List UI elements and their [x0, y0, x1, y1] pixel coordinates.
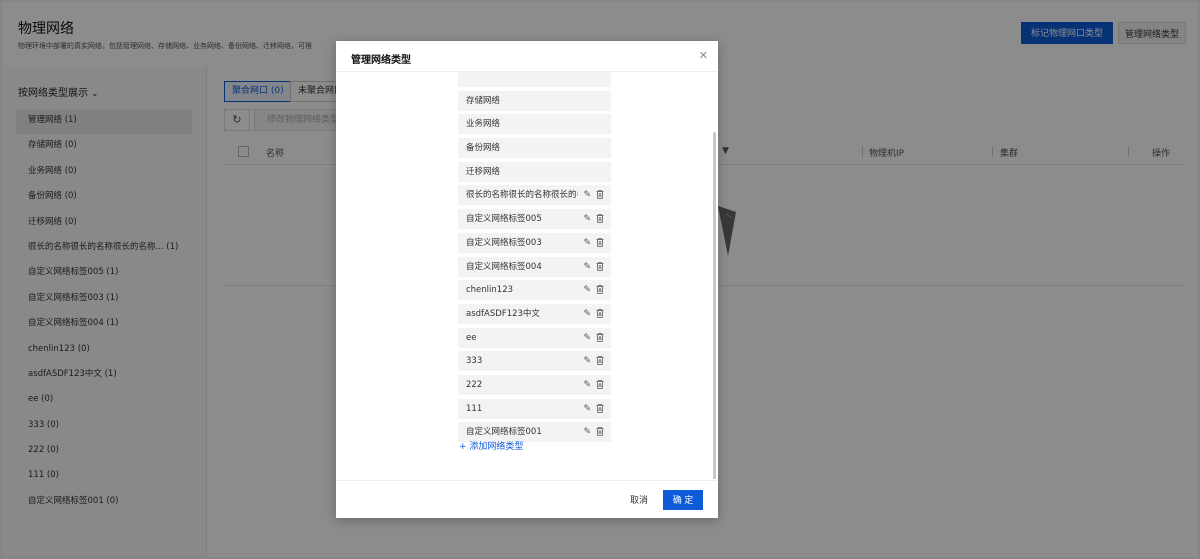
- network-type-item: 111 ✎: [458, 398, 611, 419]
- close-icon[interactable]: ✕: [699, 49, 708, 62]
- trash-icon[interactable]: [596, 308, 604, 318]
- network-type-item: 222 ✎: [458, 374, 611, 395]
- edit-icon[interactable]: ✎: [583, 422, 591, 442]
- edit-icon[interactable]: ✎: [583, 209, 591, 229]
- network-type-item: 备份网络: [458, 138, 611, 159]
- network-type-item: [458, 72, 611, 87]
- scrollbar[interactable]: [713, 132, 716, 479]
- network-type-label: chenlin123: [466, 285, 514, 296]
- network-type-label: 备份网络: [466, 143, 501, 154]
- network-type-item: asdfASDF123中文 ✎: [458, 303, 611, 324]
- trash-icon[interactable]: [596, 237, 604, 247]
- network-type-item: 业务网络: [458, 114, 611, 135]
- network-type-item: 自定义网络标签005 ✎: [458, 209, 611, 230]
- network-type-label: 业务网络: [466, 119, 501, 130]
- network-type-item: chenlin123 ✎: [458, 280, 611, 301]
- edit-icon[interactable]: ✎: [583, 257, 591, 277]
- network-type-label: 111: [466, 403, 483, 414]
- trash-icon[interactable]: [596, 261, 604, 271]
- network-type-label: 自定义网络标签005: [466, 214, 542, 225]
- network-type-label: 333: [466, 356, 483, 367]
- network-type-list: 存储网络业务网络备份网络迁移网络很长的名称很长的名称很长的名称✎自定义网络标签0…: [458, 72, 611, 446]
- network-type-label: 222: [466, 379, 483, 390]
- trash-icon[interactable]: [596, 214, 604, 224]
- edit-icon[interactable]: ✎: [583, 185, 591, 205]
- edit-icon[interactable]: ✎: [583, 328, 591, 348]
- manage-network-type-dialog: 管理网络类型 ✕ 存储网络业务网络备份网络迁移网络很长的名称很长的名称很长的名称…: [336, 41, 718, 518]
- network-type-label: asdfASDF123中文: [466, 308, 540, 319]
- trash-icon[interactable]: [596, 356, 604, 366]
- confirm-button[interactable]: 确 定: [663, 490, 703, 510]
- edit-icon[interactable]: ✎: [583, 233, 591, 253]
- network-type-label: 自定义网络标签004: [466, 261, 542, 272]
- network-type-item: 333 ✎: [458, 351, 611, 372]
- dialog-footer-divider: [336, 480, 718, 481]
- edit-icon[interactable]: ✎: [583, 375, 591, 395]
- network-type-item: ee ✎: [458, 327, 611, 348]
- add-network-type-link[interactable]: + 添加网络类型: [459, 439, 523, 452]
- network-type-item: 自定义网络标签003 ✎: [458, 232, 611, 253]
- trash-icon[interactable]: [596, 427, 604, 437]
- edit-icon[interactable]: ✎: [583, 399, 591, 419]
- trash-icon[interactable]: [596, 190, 604, 200]
- network-type-item: 迁移网络: [458, 161, 611, 182]
- network-type-label: ee: [466, 332, 477, 343]
- add-network-type-label: 添加网络类型: [469, 442, 524, 452]
- network-type-label: 存储网络: [466, 95, 501, 106]
- dialog-body: 存储网络业务网络备份网络迁移网络很长的名称很长的名称很长的名称✎自定义网络标签0…: [336, 72, 718, 479]
- trash-icon[interactable]: [596, 332, 604, 342]
- edit-icon[interactable]: ✎: [583, 304, 591, 324]
- network-type-label: 自定义网络标签003: [466, 237, 542, 248]
- network-type-item: 自定义网络标签004 ✎: [458, 256, 611, 277]
- network-type-item: 很长的名称很长的名称很长的名称 ✎: [458, 185, 611, 206]
- trash-icon[interactable]: [596, 380, 604, 389]
- edit-icon[interactable]: ✎: [583, 280, 591, 300]
- dialog-title: 管理网络类型: [351, 55, 411, 66]
- trash-icon[interactable]: [596, 285, 604, 295]
- edit-icon[interactable]: ✎: [583, 351, 591, 371]
- cancel-button[interactable]: 取消: [622, 490, 656, 510]
- network-type-label: 很长的名称很长的名称很长的名称: [466, 190, 578, 201]
- trash-icon[interactable]: [596, 403, 604, 413]
- network-type-item: 存储网络: [458, 90, 611, 111]
- network-type-label: 迁移网络: [466, 166, 501, 177]
